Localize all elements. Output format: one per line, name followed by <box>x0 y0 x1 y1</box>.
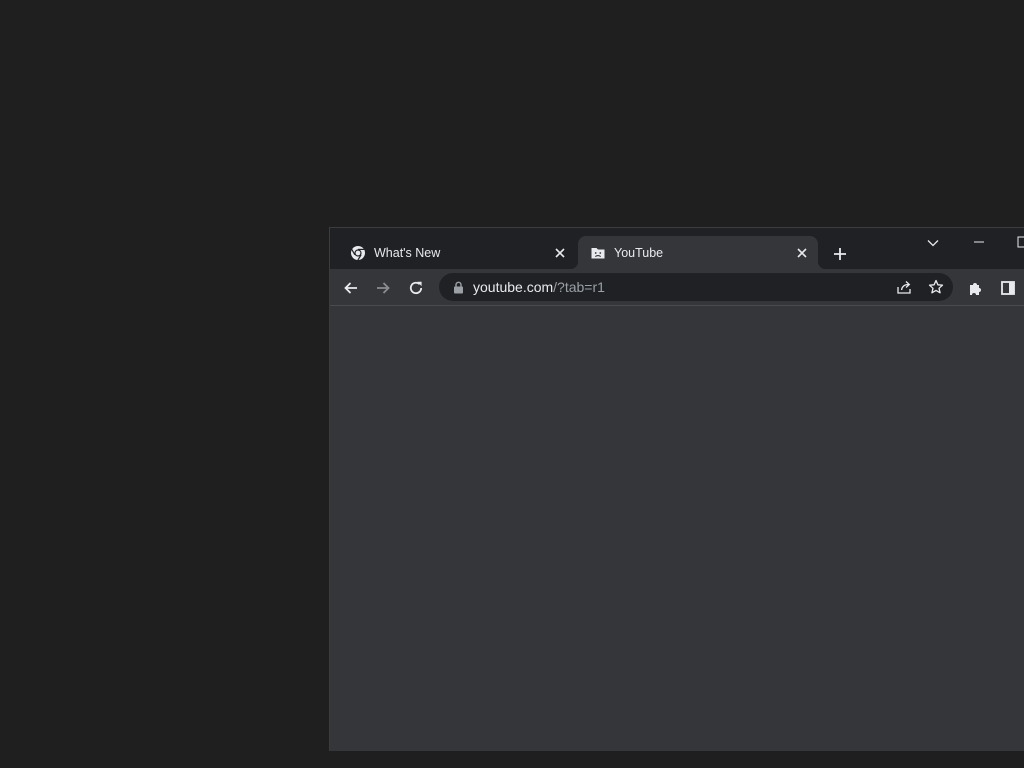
close-tab-icon[interactable] <box>792 243 812 263</box>
reload-icon <box>409 281 423 294</box>
forward-arrow-icon <box>377 282 390 294</box>
reload-button[interactable] <box>402 274 430 302</box>
close-tab-icon[interactable] <box>550 243 570 263</box>
minimize-icon <box>974 241 984 243</box>
chrome-icon <box>350 245 366 261</box>
minimize-button[interactable] <box>957 228 1001 256</box>
tab-whats-new[interactable]: What's New <box>336 236 576 269</box>
url-path: /?tab=r1 <box>553 279 605 295</box>
toolbar: youtube.com/?tab=r1 <box>330 269 1024 306</box>
plus-icon <box>834 248 846 260</box>
back-button[interactable] <box>337 274 365 302</box>
sad-folder-icon <box>590 245 606 261</box>
share-icon[interactable] <box>894 277 914 297</box>
bookmark-star-icon[interactable] <box>926 277 946 297</box>
url-host: youtube.com <box>473 279 554 295</box>
browser-window: What's New YouTube youtube.com/?tab=r1 <box>329 227 1024 751</box>
maximize-button[interactable] <box>1001 228 1024 256</box>
tab-youtube[interactable]: YouTube <box>570 236 826 269</box>
puzzle-icon <box>970 283 981 295</box>
page-content <box>330 306 1024 751</box>
back-arrow-icon <box>344 282 357 294</box>
tab-strip: What's New YouTube <box>330 228 1024 269</box>
extensions-button[interactable] <box>962 274 990 302</box>
address-bar[interactable]: youtube.com/?tab=r1 <box>439 273 953 301</box>
lock-icon <box>451 281 465 294</box>
url-text: youtube.com/?tab=r1 <box>473 279 605 295</box>
tab-title: What's New <box>374 245 441 260</box>
maximize-icon <box>1017 236 1024 248</box>
side-panel-icon <box>1001 281 1015 295</box>
tab-search-button[interactable] <box>922 232 944 254</box>
new-tab-button[interactable] <box>828 242 852 266</box>
forward-button[interactable] <box>369 274 397 302</box>
tab-title: YouTube <box>614 245 664 260</box>
chevron-down-icon <box>927 240 939 247</box>
side-panel-button[interactable] <box>994 274 1022 302</box>
